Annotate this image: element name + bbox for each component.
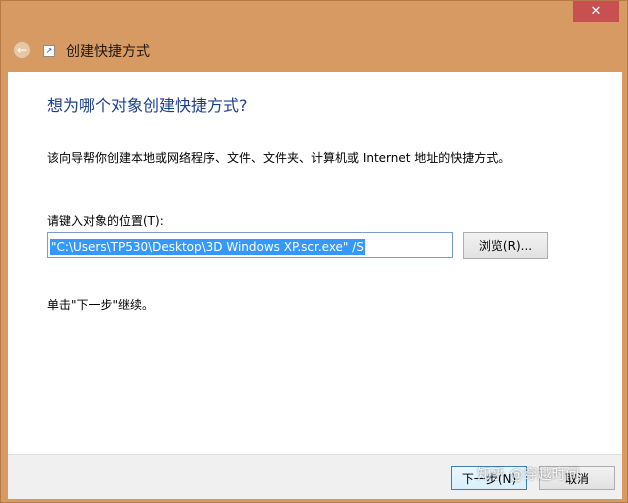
close-button[interactable]: ✕ [573,1,619,22]
back-button[interactable]: ← [13,41,31,59]
continue-hint: 单击"下一步"继续。 [47,298,155,312]
location-label: 请键入对象的位置(T): [47,214,164,228]
wizard-description: 该向导帮你创建本地或网络程序、文件、文件夹、计算机或 Internet 地址的快… [47,151,511,165]
page-heading: 想为哪个对象创建快捷方式? [47,96,248,115]
window-title: 创建快捷方式 [66,44,150,60]
wizard-content: 想为哪个对象创建快捷方式? 该向导帮你创建本地或网络程序、文件、文件夹、计算机或… [8,72,622,454]
browse-button[interactable]: 浏览(R)... [463,232,548,259]
location-input[interactable]: "C:\Users\TP530\Desktop\3D Windows XP.sc… [47,232,453,258]
close-icon: ✕ [590,4,602,19]
shortcut-icon: ↗ [43,45,55,57]
watermark: 知乎 @穿越时间 [477,467,580,483]
back-arrow-icon: ← [16,43,28,57]
location-input-value: "C:\Users\TP530\Desktop\3D Windows XP.sc… [50,239,365,255]
wizard-titlebar: ← ↗ 创建快捷方式 [1,27,628,71]
window-frame: ✕ ← ↗ 创建快捷方式 想为哪个对象创建快捷方式? 该向导帮你创建本地或网络程… [0,0,628,503]
